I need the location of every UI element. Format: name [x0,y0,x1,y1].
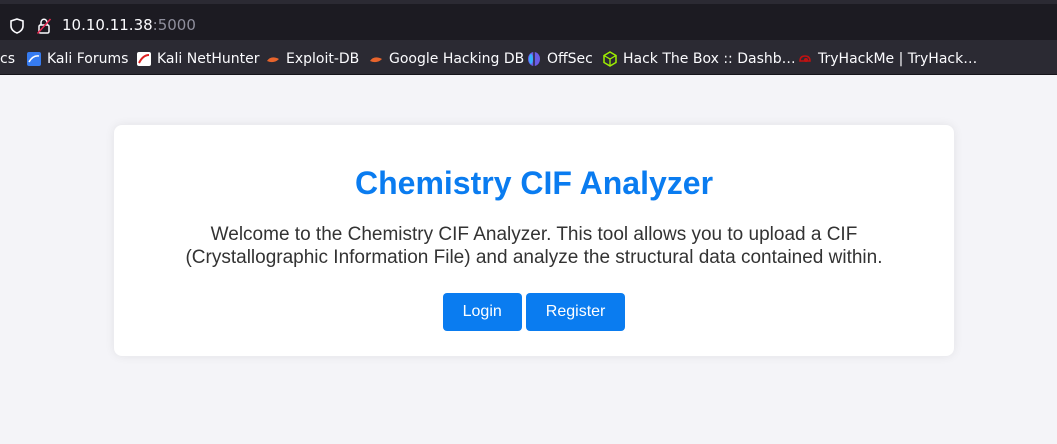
url-port: :5000 [152,16,196,34]
bookmark-truncated[interactable]: cs [0,50,15,68]
welcome-description: Welcome to the Chemistry CIF Analyzer. T… [185,224,883,268]
address-bar[interactable]: 10.10.11.38:5000 [0,4,1057,40]
bookmark-tryhackme[interactable]: TryHackMe | TryHack… [797,50,977,68]
bookmark-label: Google Hacking DB [389,51,525,67]
url-text[interactable]: 10.10.11.38:5000 [62,16,196,34]
bookmark-label: Hack The Box :: Dashb… [623,51,796,67]
bookmark-exploit-db[interactable]: Exploit-DB [265,50,359,68]
bookmarks-toolbar: cs Kali Forums Kali NetHunter Exploit-DB… [0,44,1057,75]
ghdb-icon [370,57,382,63]
welcome-card: Chemistry CIF Analyzer Welcome to the Ch… [114,125,954,356]
tryhackme-icon [799,55,811,62]
browser-toolbar: 10.10.11.38:5000 [0,0,1057,44]
kali-nethunter-icon [137,52,151,66]
shield-icon[interactable] [10,18,24,34]
register-button[interactable]: Register [525,293,626,331]
bookmark-label: Kali NetHunter [157,51,260,67]
bookmark-hack-the-box[interactable]: Hack The Box :: Dashb… [602,50,796,68]
auth-buttons: Login Register [114,293,954,331]
bookmark-google-hacking-db[interactable]: Google Hacking DB [368,50,524,68]
page-content: Chemistry CIF Analyzer Welcome to the Ch… [0,75,1057,444]
kali-forums-icon [27,52,41,66]
offsec-icon [528,52,540,66]
page-title: Chemistry CIF Analyzer [354,165,714,201]
htb-icon [603,51,617,67]
bookmark-kali-forums[interactable]: Kali Forums [26,50,128,68]
login-button[interactable]: Login [442,293,522,331]
bookmark-label: Exploit-DB [286,51,360,67]
url-host: 10.10.11.38 [62,16,153,34]
bookmark-label: OffSec [547,51,593,67]
bookmark-label: TryHackMe | TryHack… [818,51,978,67]
bookmark-label: cs [0,51,15,67]
insecure-lock-icon[interactable] [36,17,52,35]
bookmark-kali-nethunter[interactable]: Kali NetHunter [136,50,259,68]
exploit-db-icon [267,57,279,63]
bookmark-label: Kali Forums [47,51,129,67]
bookmark-offsec[interactable]: OffSec [526,50,593,68]
